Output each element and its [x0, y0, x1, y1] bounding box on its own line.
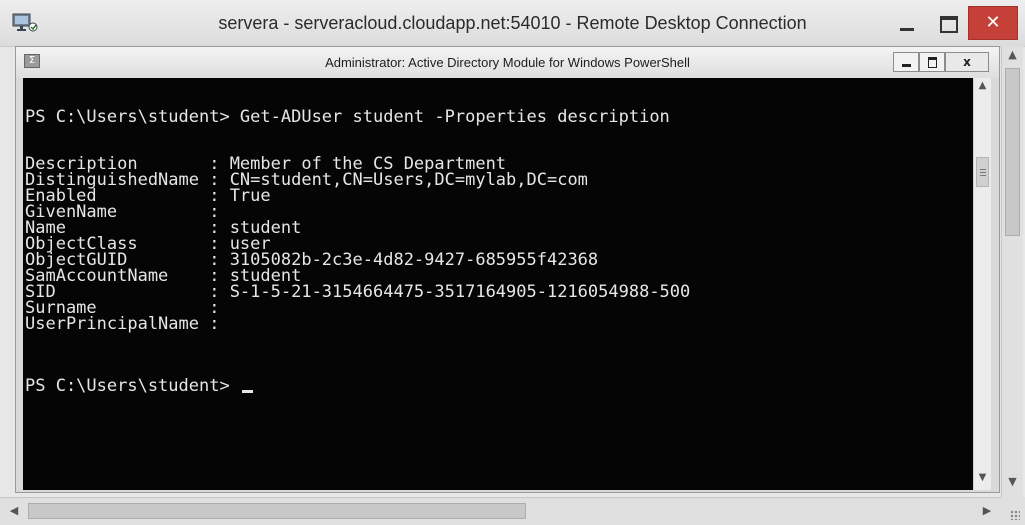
grip-icon — [980, 169, 986, 170]
ps-minimize-button[interactable] — [893, 52, 919, 72]
rdp-minimize-button[interactable] — [887, 6, 927, 40]
close-icon: x — [963, 55, 971, 69]
powershell-window: Σ Administrator: Active Directory Module… — [15, 46, 1000, 493]
console-output[interactable]: PS C:\Users\student> Get-ADUser student … — [23, 78, 973, 490]
scroll-down-icon[interactable]: ▼ — [974, 472, 991, 488]
ps-maximize-button[interactable] — [919, 52, 945, 72]
ps-titlebar[interactable]: Σ Administrator: Active Directory Module… — [16, 47, 999, 78]
close-icon: ✕ — [985, 12, 1001, 33]
prompt-text: PS C:\Users\student> — [25, 376, 240, 396]
prompt-line[interactable]: PS C:\Users\student> — [25, 377, 253, 395]
rdp-hscroll-thumb[interactable] — [28, 503, 526, 519]
rdp-close-button[interactable]: ✕ — [968, 6, 1018, 40]
command-line: PS C:\Users\student> Get-ADUser student … — [25, 107, 670, 127]
scroll-down-icon[interactable]: ▼ — [1002, 475, 1023, 493]
ps-window-title: Administrator: Active Directory Module f… — [325, 55, 690, 70]
rdp-window-title: servera - serveracloud.cloudapp.net:5401… — [218, 13, 807, 33]
ps-close-button[interactable]: x — [945, 52, 989, 72]
scroll-up-icon[interactable]: ▲ — [974, 80, 991, 96]
rdp-vscroll-thumb[interactable] — [1005, 68, 1020, 236]
rdp-titlebar[interactable]: servera - serveracloud.cloudapp.net:5401… — [0, 0, 1025, 47]
console-vertical-scrollbar[interactable]: ▲ ▼ — [973, 78, 991, 490]
property-line: UserPrincipalName : — [25, 314, 220, 334]
console-scroll-thumb[interactable] — [976, 157, 989, 187]
scroll-up-icon[interactable]: ▲ — [1002, 48, 1023, 66]
scroll-right-icon[interactable]: ▶ — [977, 500, 997, 522]
rdp-vertical-scrollbar[interactable]: ▲ ▼ — [1001, 46, 1023, 497]
resize-grip-icon[interactable] — [1001, 497, 1025, 525]
scroll-left-icon[interactable]: ◀ — [4, 500, 24, 522]
rdp-maximize-button[interactable] — [928, 6, 968, 40]
rdp-horizontal-scrollbar[interactable]: ◀ ▶ — [0, 497, 1001, 525]
text-cursor — [241, 390, 253, 393]
